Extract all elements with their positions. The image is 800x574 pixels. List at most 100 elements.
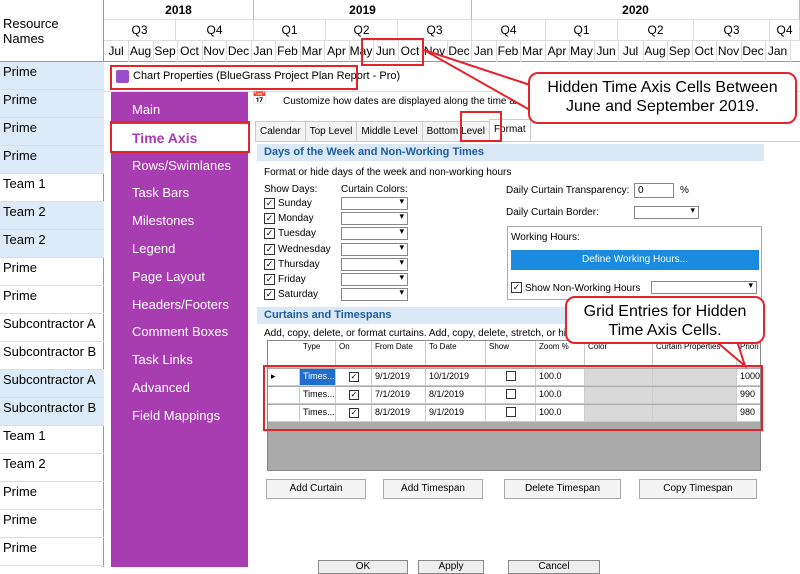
sidebar-item-milestones[interactable]: Milestones <box>111 207 248 235</box>
define-working-hours-button[interactable]: Define Working Hours... <box>511 250 759 270</box>
timeline-month: Apr <box>325 41 350 62</box>
timeline-quarter: Q3 <box>104 20 176 41</box>
sidebar-item-advanced[interactable]: Advanced <box>111 374 248 402</box>
nonworking-dropdown[interactable] <box>651 280 757 294</box>
day-label: Monday <box>278 213 314 225</box>
resource-row: Prime <box>0 90 104 118</box>
grid-column-header: Zoom % <box>536 341 585 367</box>
resource-row: Prime <box>0 258 104 286</box>
timeline-quarter: Q1 <box>546 20 618 41</box>
add-timespan-button[interactable]: Add Timespan <box>383 479 483 499</box>
day-checkbox[interactable]: ✓ <box>264 198 275 209</box>
border-dropdown[interactable] <box>634 205 699 219</box>
delete-timespan-button[interactable]: Delete Timespan <box>504 479 621 499</box>
day-checkbox[interactable]: ✓ <box>264 243 275 255</box>
timeline-month: Jan <box>472 41 497 62</box>
callout-hidden-cells: Hidden Time Axis Cells Between June and … <box>528 72 797 124</box>
tab-top-level[interactable]: Top Level <box>304 121 358 141</box>
curtain-colors-label: Curtain Colors: <box>341 184 408 195</box>
percent-label: % <box>680 185 689 196</box>
grid-column-header: Type <box>300 341 336 367</box>
timeline-month: Feb <box>276 41 301 62</box>
timeline-quarter: Q4 <box>176 20 254 41</box>
timeline-month: Apr <box>545 41 570 62</box>
day-checkbox[interactable]: ✓ <box>264 213 275 225</box>
ok-button[interactable]: OK <box>318 560 408 574</box>
timeline-month: Dec <box>741 41 766 62</box>
sidebar-item-comment-boxes[interactable]: Comment Boxes <box>111 318 248 346</box>
timeline-quarter: Q4 <box>770 20 800 41</box>
timeline-quarter: Q1 <box>254 20 326 41</box>
curtain-color-dropdown[interactable] <box>341 226 408 241</box>
timeline-month: Nov <box>717 41 742 62</box>
border-label: Daily Curtain Border: <box>506 207 599 218</box>
timeline-month: Aug <box>129 41 154 62</box>
sidebar-item-legend[interactable]: Legend <box>111 235 248 263</box>
tab-middle-level[interactable]: Middle Level <box>356 121 423 141</box>
apply-button[interactable]: Apply <box>418 560 484 574</box>
timeline-quarter: Q4 <box>472 20 546 41</box>
timeline-month: Jan <box>251 41 276 62</box>
grid-column-header: On <box>336 341 372 367</box>
grid-column-header: Color <box>585 341 653 367</box>
resource-row: Team 2 <box>0 202 104 230</box>
day-checkbox[interactable]: ✓ <box>264 289 275 301</box>
timeline-month: Jun <box>594 41 619 62</box>
timeline-month: Mar <box>300 41 325 62</box>
add-curtain-button[interactable]: Add Curtain <box>266 479 366 499</box>
curtain-color-dropdown[interactable] <box>341 287 408 302</box>
sidebar-item-task-bars[interactable]: Task Bars <box>111 179 248 207</box>
sidebar-item-field-mappings[interactable]: Field Mappings <box>111 402 248 430</box>
grid-column-header: From Date <box>372 341 426 367</box>
resource-row: Team 2 <box>0 454 104 482</box>
curtain-color-dropdown[interactable] <box>341 272 408 286</box>
resource-row: Team 1 <box>0 174 104 202</box>
resource-row: Subcontractor A <box>0 314 104 342</box>
timeline-month: Jul <box>619 41 644 62</box>
timeline-month: Dec <box>227 41 252 62</box>
day-checkbox[interactable]: ✓ <box>264 228 275 240</box>
timeline-month: Dec <box>447 41 472 62</box>
sidebar: Main Time Axis Rows/Swimlanes Task Bars Mile… <box>111 92 248 567</box>
format-tab-highlight <box>460 111 502 142</box>
timeline-month: Mar <box>521 41 546 62</box>
day-checkbox[interactable]: ✓ <box>264 274 275 285</box>
curtain-color-dropdown[interactable] <box>341 196 408 210</box>
resource-row: Subcontractor B <box>0 342 104 370</box>
copy-timespan-button[interactable]: Copy Timespan <box>639 479 757 499</box>
grid-column-header: Priori <box>737 341 760 367</box>
title-highlight <box>110 65 358 90</box>
resource-column: Prime Prime Prime Prime Team 1 Team 2 Team 2 Pr… <box>0 62 104 567</box>
sidebar-item-main[interactable]: Main <box>111 96 248 124</box>
resource-row: Subcontractor B <box>0 398 104 426</box>
resource-row: Prime <box>0 146 104 174</box>
show-nonworking-checkbox[interactable]: ✓ <box>511 282 522 293</box>
curtain-color-dropdown[interactable] <box>341 242 408 256</box>
curtain-color-dropdown[interactable] <box>341 211 408 226</box>
curtains-subtitle: Add, copy, delete, or format curtains. A… <box>264 328 572 339</box>
show-days-label: Show Days: <box>264 184 318 195</box>
resource-row: Prime <box>0 482 104 510</box>
day-label: Wednesday <box>278 243 331 255</box>
sidebar-item-headers-footers[interactable]: Headers/Footers <box>111 291 248 319</box>
working-hours-label: Working Hours: <box>511 232 580 243</box>
resource-row: Prime <box>0 118 104 146</box>
callout-grid-entries: Grid Entries for Hidden Time Axis Cells. <box>565 296 765 344</box>
timeline-month: Sep <box>153 41 178 62</box>
day-label: Saturday <box>278 289 319 301</box>
tab-calendar[interactable]: Calendar <box>255 121 306 141</box>
resource-row: Subcontractor A <box>0 370 104 398</box>
cancel-button[interactable]: Cancel <box>508 560 600 574</box>
resource-row: Prime <box>0 510 104 538</box>
curtain-color-dropdown[interactable] <box>341 257 408 271</box>
timeline-month: Oct <box>692 41 717 62</box>
day-checkbox[interactable]: ✓ <box>264 258 275 270</box>
sidebar-item-page-layout[interactable]: Page Layout <box>111 263 248 291</box>
transparency-input[interactable]: 0 <box>634 183 674 198</box>
section-description: Customize how dates are displayed along … <box>283 96 530 107</box>
days-subtitle: Format or hide days of the week and non-… <box>264 167 512 178</box>
transparency-label: Daily Curtain Transparency: <box>506 185 630 196</box>
sidebar-item-rows-swimlanes[interactable]: Rows/Swimlanes <box>111 152 248 180</box>
sidebar-item-task-links[interactable]: Task Links <box>111 346 248 374</box>
timeline-month: Sep <box>668 41 693 62</box>
